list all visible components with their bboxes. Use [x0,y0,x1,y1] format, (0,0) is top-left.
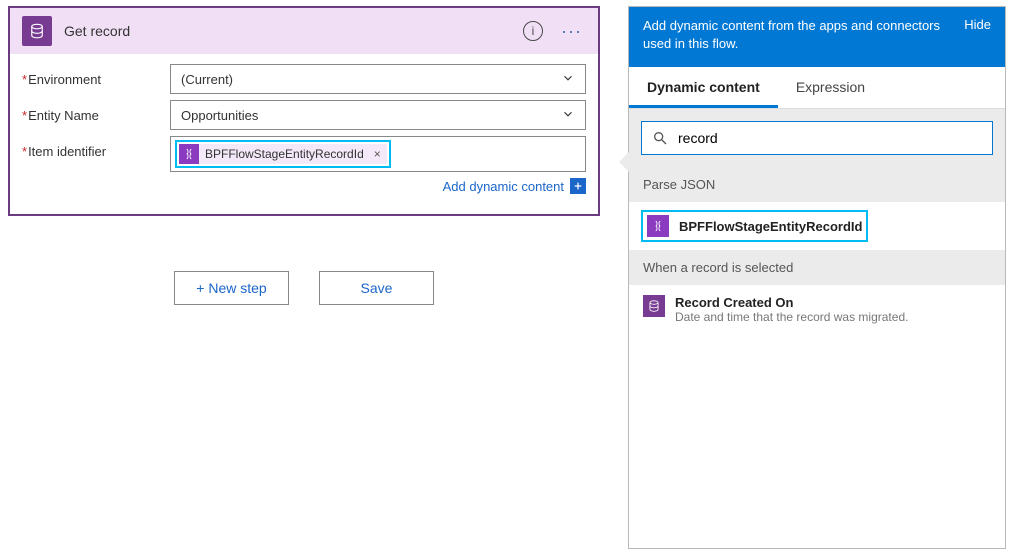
section-when-record: When a record is selected [629,250,1005,285]
info-icon[interactable]: i [523,21,543,41]
environment-select[interactable]: (Current) [170,64,586,94]
chevron-down-icon [561,71,575,85]
more-menu-icon[interactable]: ··· [557,21,586,42]
action-title: Get record [64,23,523,39]
callout-arrow-icon [619,152,629,172]
chevron-down-icon [561,107,575,121]
save-button[interactable]: Save [319,271,434,305]
cds-icon [22,16,52,46]
dynamic-content-panel: Add dynamic content from the apps and co… [628,6,1006,549]
token-bpf-record-id[interactable]: BPFFlowStageEntityRecordId × [179,144,387,164]
panel-tabs: Dynamic content Expression [629,67,1005,109]
tab-dynamic-content[interactable]: Dynamic content [629,67,778,108]
add-dynamic-content-link[interactable]: Add dynamic content [443,179,564,194]
section-parse-json: Parse JSON [629,167,1005,202]
result-item-bpf-record-id[interactable]: BPFFlowStageEntityRecordId [629,202,1005,250]
expand-icon[interactable] [570,178,586,194]
action-header[interactable]: Get record i ··· [10,8,598,54]
tab-expression[interactable]: Expression [778,67,883,108]
cds-icon [643,295,665,317]
item-identifier-input[interactable]: BPFFlowStageEntityRecordId × [170,136,586,172]
result-item-record-created-on[interactable]: Record Created On Date and time that the… [629,285,1005,334]
entity-name-label: *Entity Name [22,100,170,123]
search-box[interactable] [641,121,993,155]
token-remove-icon[interactable]: × [368,147,387,161]
search-input[interactable] [678,130,982,146]
fx-icon [179,144,199,164]
item-identifier-label: *Item identifier [22,136,170,159]
entity-name-select[interactable]: Opportunities [170,100,586,130]
environment-label: *Environment [22,64,170,87]
search-icon [652,130,668,146]
panel-header: Add dynamic content from the apps and co… [629,7,1005,67]
new-step-button[interactable]: + New step [174,271,289,305]
fx-icon [647,215,669,237]
hide-link[interactable]: Hide [964,17,991,53]
get-record-card: Get record i ··· *Environment (Current) … [8,6,600,216]
